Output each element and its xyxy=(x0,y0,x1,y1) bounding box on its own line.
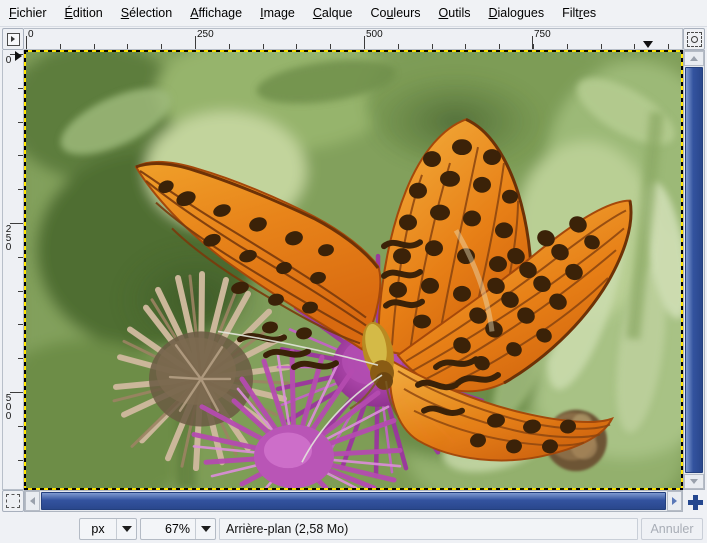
scroll-up-button[interactable] xyxy=(684,51,704,66)
menu-dialogues[interactable]: Dialogues xyxy=(479,3,553,24)
ruler-tick xyxy=(229,44,230,49)
arrow-down-icon xyxy=(690,479,698,484)
arrow-left-icon xyxy=(30,497,35,505)
ruler-label: 500 xyxy=(3,393,14,420)
ruler-label: 500 xyxy=(366,29,383,40)
ruler-tick xyxy=(601,44,602,49)
ruler-tick xyxy=(18,189,23,190)
move-cross-icon xyxy=(687,494,703,510)
chevron-down-icon xyxy=(121,525,132,532)
quick-mask-toggle[interactable] xyxy=(2,490,24,512)
zoom-selector[interactable]: 67% xyxy=(140,517,216,540)
ruler-tick xyxy=(465,44,466,49)
status-text: Arrière-plan (2,58 Mo) xyxy=(219,517,638,540)
vertical-ruler[interactable]: 0 250 500 xyxy=(2,50,24,490)
vertical-position-marker xyxy=(15,51,22,61)
ruler-tick xyxy=(18,155,23,156)
menu-couleurs[interactable]: Couleurs xyxy=(361,3,429,24)
ruler-tick xyxy=(330,44,331,49)
canvas-frame: 0 250 500 750 0 250 500 xyxy=(0,26,707,514)
menu-triangle-icon xyxy=(6,32,20,46)
menu-image[interactable]: Image xyxy=(251,3,304,24)
ruler-label: 0 xyxy=(28,29,34,40)
ruler-tick xyxy=(94,44,95,49)
ruler-tick xyxy=(18,324,23,325)
ruler-tick xyxy=(18,122,23,123)
ruler-tick xyxy=(127,44,128,49)
chevron-down-icon xyxy=(200,525,211,532)
menu-fichier[interactable]: Fichier xyxy=(0,3,56,24)
status-bar: px 67% Arrière-plan (2,58 Mo) Annuler xyxy=(0,514,707,543)
vertical-scrollbar[interactable] xyxy=(683,50,705,490)
zoom-fit-icon xyxy=(686,31,702,47)
ruler-tick xyxy=(634,44,635,49)
ruler-tick xyxy=(398,44,399,49)
horizontal-position-marker xyxy=(643,41,653,48)
zoom-follow-window-button[interactable] xyxy=(683,28,705,50)
menu-bar: Fichier Édition Sélection Affichage Imag… xyxy=(0,0,707,27)
unit-selector[interactable]: px xyxy=(79,517,137,540)
ruler-label: 750 xyxy=(534,29,551,40)
ruler-tick xyxy=(18,460,23,461)
menu-selection[interactable]: Sélection xyxy=(112,3,181,24)
cancel-button[interactable]: Annuler xyxy=(641,517,703,540)
menu-filtres[interactable]: Filtres xyxy=(553,3,605,24)
ruler-tick xyxy=(60,44,61,49)
ruler-tick xyxy=(499,44,500,49)
ruler-label: 250 xyxy=(197,29,214,40)
ruler-tick xyxy=(18,257,23,258)
menu-outils[interactable]: Outils xyxy=(430,3,480,24)
scroll-left-button[interactable] xyxy=(25,491,40,511)
image-canvas[interactable] xyxy=(24,50,683,490)
navigation-preview-button[interactable] xyxy=(685,492,705,512)
arrow-up-icon xyxy=(690,56,698,61)
unit-value: px xyxy=(91,521,105,536)
ruler-tick xyxy=(668,44,669,49)
ruler-tick xyxy=(567,44,568,49)
scroll-down-button[interactable] xyxy=(684,474,704,489)
ruler-label: 250 xyxy=(3,224,14,251)
horizontal-scrollbar[interactable] xyxy=(24,490,683,512)
ruler-tick xyxy=(161,44,162,49)
horizontal-ruler[interactable]: 0 250 500 750 xyxy=(24,28,683,50)
menu-affichage[interactable]: Affichage xyxy=(181,3,251,24)
ruler-tick xyxy=(432,44,433,49)
ruler-tick xyxy=(18,426,23,427)
image-menu-button[interactable] xyxy=(2,28,24,50)
horizontal-scroll-thumb[interactable] xyxy=(41,492,666,510)
ruler-tick xyxy=(296,44,297,49)
unit-dropdown-arrow[interactable] xyxy=(116,518,136,539)
ruler-tick xyxy=(533,44,534,49)
ruler-tick xyxy=(263,44,264,49)
vertical-scroll-thumb[interactable] xyxy=(685,67,703,473)
ruler-tick xyxy=(18,358,23,359)
quick-mask-icon xyxy=(6,494,20,508)
ruler-tick xyxy=(18,291,23,292)
ruler-tick xyxy=(18,88,23,89)
arrow-right-icon xyxy=(672,497,677,505)
menu-calque[interactable]: Calque xyxy=(304,3,362,24)
scroll-right-button[interactable] xyxy=(667,491,682,511)
menu-edition[interactable]: Édition xyxy=(56,3,112,24)
zoom-dropdown-arrow[interactable] xyxy=(195,518,215,539)
ruler-label: 0 xyxy=(3,55,14,64)
gimp-image-window: Fichier Édition Sélection Affichage Imag… xyxy=(0,0,707,543)
image-photo xyxy=(26,52,681,488)
zoom-value: 67% xyxy=(164,521,190,536)
